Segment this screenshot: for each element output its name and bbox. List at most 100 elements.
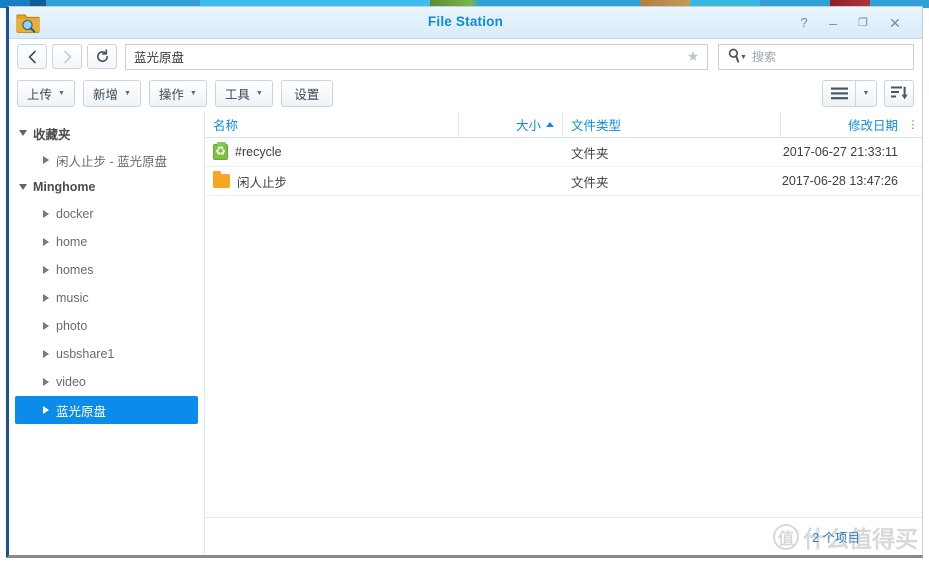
chevron-right-icon [43,378,49,386]
upload-button[interactable]: 上传 ▼ [17,79,75,107]
close-button[interactable]: ✕ [884,13,906,33]
chevron-right-icon [43,322,49,330]
sidebar-item-photo[interactable]: photo [15,312,198,340]
file-date-cell: 2017-06-28 13:47:26 [781,174,898,188]
title-bar: File Station ? – ❐ ✕ [9,7,922,39]
sidebar-item-label: home [56,235,88,249]
file-station-window: File Station ? – ❐ ✕ 蓝光原盘 ★ ▼ 搜索 上传 ▼ 新增… [6,6,923,558]
upload-button-label: 上传 [27,87,53,102]
create-button-label: 新增 [92,87,118,102]
sidebar-item-usbshare1[interactable]: usbshare1 [15,340,198,368]
item-count-text: 2 个项目 [812,531,860,545]
sidebar-item-bluray-disc[interactable]: 蓝光原盘 [15,396,198,424]
recycle-bin-icon [213,142,228,160]
file-list: #recycle 文件夹 2017-06-27 21:33:11 闲人止步 文件… [205,138,922,517]
file-type-cell: 文件夹 [571,146,609,161]
tools-button[interactable]: 工具 ▼ [214,79,273,107]
chevron-right-icon [43,266,49,274]
file-name-text: 闲人止步 [237,175,288,190]
sidebar-item-favorite-xianrenzhibu[interactable]: 闲人止步 - 蓝光原盘 [15,146,198,174]
search-input[interactable] [751,49,907,64]
sidebar: 收藏夹 闲人止步 - 蓝光原盘 Minghome docker home hom… [9,112,205,555]
tools-button-label: 工具 [224,87,250,102]
action-button[interactable]: 操作 ▼ [148,79,207,107]
chevron-down-icon: ▼ [189,89,197,97]
sidebar-item-label: music [56,291,89,305]
action-button-label: 操作 [158,87,184,102]
column-header-name-label: 名称 [213,119,239,133]
table-row[interactable]: 闲人止步 文件夹 2017-06-28 13:47:26 [205,167,922,196]
file-name-text: #recycle [235,145,282,159]
file-list-header: 名称 大小 文件类型 修改日期 ⋮ [205,112,922,138]
maximize-button[interactable]: ❐ [852,13,874,33]
minimize-button[interactable]: – [822,13,844,33]
view-mode-group: ▼ [822,79,877,107]
column-header-date[interactable]: 修改日期 [781,112,904,137]
sidebar-group-label: Minghome [33,180,96,194]
toolbar-right-group: ▼ [822,79,914,107]
sort-descending-icon[interactable] [884,79,914,107]
chevron-down-icon [19,184,27,190]
sidebar-item-video[interactable]: video [15,368,198,396]
file-type-cell: 文件夹 [571,175,609,190]
column-header-type[interactable]: 文件类型 [563,112,781,137]
sidebar-item-label: docker [56,207,94,221]
address-bar: 蓝光原盘 ★ ▼ [9,39,922,74]
path-input[interactable]: 蓝光原盘 ★ [125,43,708,70]
star-icon[interactable]: ★ [683,48,703,65]
main-body: 收藏夹 闲人止步 - 蓝光原盘 Minghome docker home hom… [9,112,922,555]
file-name-cell: #recycle [205,138,459,166]
forward-button[interactable] [52,44,82,69]
back-button[interactable] [17,44,47,69]
sidebar-item-label: photo [56,319,88,333]
sidebar-item-label: 闲人止步 - 蓝光原盘 [56,154,168,169]
create-button[interactable]: 新增 ▼ [82,79,141,107]
sidebar-item-label: 蓝光原盘 [56,404,107,419]
table-row[interactable]: #recycle 文件夹 2017-06-27 21:33:11 [205,138,922,167]
sidebar-group-minghome[interactable]: Minghome [9,174,204,200]
chevron-right-icon [43,294,49,302]
search-box[interactable]: ▼ [718,43,914,70]
file-name-cell: 闲人止步 [205,167,459,195]
help-button[interactable]: ? [793,13,815,33]
sidebar-group-label: 收藏夹 [33,127,71,142]
chevron-right-icon [43,350,49,358]
folder-icon [213,171,230,188]
view-mode-dropdown[interactable]: ▼ [856,81,876,106]
sidebar-item-label: homes [56,263,94,277]
sidebar-item-home[interactable]: home [15,228,198,256]
refresh-button[interactable] [87,44,117,69]
sidebar-item-homes[interactable]: homes [15,256,198,284]
chevron-right-icon [43,156,49,164]
list-view-icon[interactable] [823,80,856,106]
chevron-down-icon: ▼ [862,89,870,97]
chevron-down-icon: ▼ [255,89,263,97]
file-size-cell [459,138,563,166]
toolbar: 上传 ▼ 新增 ▼ 操作 ▼ 工具 ▼ 设置 ▼ [9,74,922,112]
column-header-name[interactable]: 名称 [205,112,459,137]
chevron-down-icon: ▼ [58,89,65,97]
sidebar-item-music[interactable]: music [15,284,198,312]
column-header-type-label: 文件类型 [571,119,622,133]
column-header-date-label: 修改日期 [847,119,898,133]
status-bar: 2 个项目 值 什么值得买 [205,517,922,555]
chevron-down-icon: ▼ [123,89,131,97]
column-header-size[interactable]: 大小 [459,112,563,137]
search-dropdown-icon[interactable]: ▼ [740,54,747,61]
file-date-cell: 2017-06-27 21:33:11 [782,145,898,159]
chevron-left-icon [28,50,36,63]
chevron-right-icon [43,210,49,218]
chevron-down-icon [19,130,27,136]
column-options-icon[interactable]: ⋮ [904,112,922,137]
sidebar-item-docker[interactable]: docker [15,200,198,228]
column-header-size-label: 大小 [515,119,541,133]
chevron-right-icon [43,406,49,414]
sort-ascending-icon [546,122,554,127]
sidebar-item-label: video [56,375,86,389]
settings-button-label: 设置 [294,87,320,102]
chevron-right-icon [43,238,49,246]
watermark-badge: 值 [773,524,799,550]
settings-button[interactable]: 设置 [280,79,333,107]
sidebar-group-favorites[interactable]: 收藏夹 [9,120,204,146]
window-title: File Station [427,14,504,29]
